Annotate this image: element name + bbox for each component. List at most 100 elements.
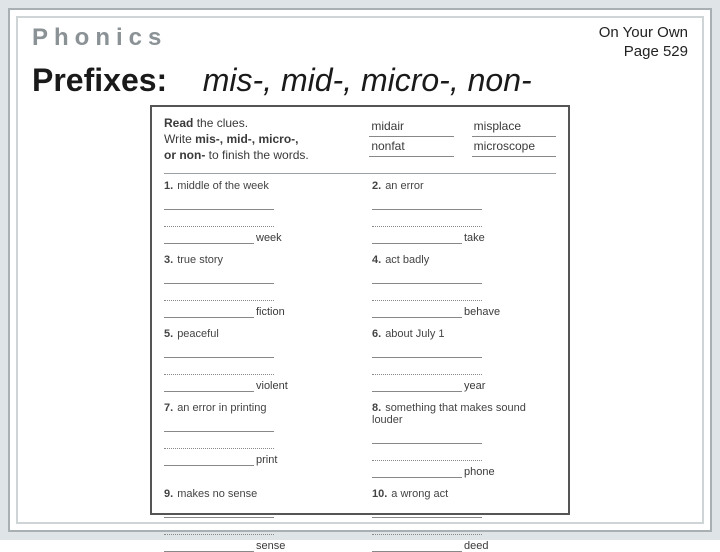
answer-line-top [372,344,556,358]
answer-line-bottom: print [164,452,348,466]
question-clue-text: something that makes sound louder [372,402,526,426]
question-number: 2. [372,180,381,192]
word-bank-item: midair [369,117,453,137]
question-clue: 7.an error in printing [164,402,348,414]
question-clue: 10. a wrong act [372,488,556,500]
answer-blank-dotted [372,534,482,535]
answer-line-mid [372,361,556,375]
question-clue-text: middle of the week [177,180,269,192]
question-number: 6. [372,328,381,340]
slide-title: Prefixes: mis-, mid-, micro-, non- [18,62,702,105]
answer-blank [164,243,254,244]
answer-blank-dotted [164,226,274,227]
answer-suffix: print [256,454,277,466]
word-bank-item: microscope [472,137,556,157]
question-number: 4. [372,254,381,266]
answer-blank [372,209,482,210]
answer-line-bottom: year [372,378,556,392]
answer-blank-dotted [164,374,274,375]
word-bank-item: misplace [472,117,556,137]
question-clue: 4. act badly [372,254,556,266]
word-bank-item: nonfat [369,137,453,157]
question-number: 1. [164,180,173,192]
question-9: 9.makes no sense sense [164,488,348,552]
answer-blank [164,209,274,210]
answer-line-bottom: phone [372,464,556,478]
question-clue-text: act badly [385,254,429,266]
question-number: 9. [164,488,173,500]
answer-line-bottom: fiction [164,304,348,318]
question-number: 3. [164,254,173,266]
question-number: 7. [164,402,173,414]
question-clue: 9.makes no sense [164,488,348,500]
answer-line-mid [164,287,348,301]
answer-line-bottom: week [164,230,348,244]
question-clue-text: peaceful [177,328,219,340]
question-grid: 1. middle of the week week 2. an error take 3.… [164,180,556,552]
answer-line-mid [164,213,348,227]
inner-border: Phonics On Your Own Page 529 Prefixes: m… [16,16,704,524]
answer-blank [372,317,462,318]
answer-blank [372,391,462,392]
answer-suffix: behave [464,306,500,318]
answer-suffix: violent [256,380,288,392]
page-reference: On Your Own Page 529 [599,24,688,62]
answer-suffix: take [464,232,485,244]
answer-blank [164,465,254,466]
outer-border: Phonics On Your Own Page 529 Prefixes: m… [8,8,712,532]
title-prefixes: mis-, mid-, micro-, non- [203,62,532,98]
answer-line-bottom: behave [372,304,556,318]
question-3: 3. true story fiction [164,254,348,318]
answer-line-mid [372,213,556,227]
answer-line-top [372,430,556,444]
question-number: 10. [372,488,387,500]
question-7: 7.an error in printing print [164,402,348,478]
instr-ornon: or non- [164,148,205,162]
answer-line-bottom: violent [164,378,348,392]
answer-line-top [164,344,348,358]
answer-line-top [164,504,348,518]
instr-finish: to finish the words. [209,148,309,162]
answer-line-mid [164,435,348,449]
question-clue-text: a wrong act [391,488,448,500]
top-bar: Phonics On Your Own Page 529 [18,18,702,62]
question-number: 8. [372,402,381,414]
answer-blank [164,317,254,318]
question-10: 10.a wrong actdeed [372,488,556,552]
question-number: 5. [164,328,173,340]
answer-line-bottom: sense [164,538,348,552]
question-clue-text: true story [177,254,223,266]
answer-line-mid [372,521,556,535]
answer-suffix: sense [256,540,285,552]
answer-blank [164,283,274,284]
instr-prefixes: mis-, mid-, micro-, [195,132,298,146]
word-bank: midair misplace nonfat microscope [369,115,556,164]
answer-blank [372,283,482,284]
question-4: 4. act badly behave [372,254,556,318]
answer-suffix: fiction [256,306,285,318]
instr-read-rest: the clues. [197,116,248,130]
answer-line-top [372,196,556,210]
answer-blank-dotted [164,448,274,449]
answer-line-top [164,418,348,432]
slide-frame: Phonics On Your Own Page 529 Prefixes: m… [0,0,720,540]
instr-write: Write [164,132,192,146]
corner-line-1: On Your Own [599,24,688,43]
answer-line-mid [164,361,348,375]
answer-blank-dotted [372,300,482,301]
answer-blank [372,243,462,244]
question-5: 5. peaceful violent [164,328,348,392]
question-clue-text: about July 1 [385,328,444,340]
answer-suffix: year [464,380,485,392]
answer-suffix: week [256,232,282,244]
brand-label: Phonics [32,24,167,52]
worksheet: Read the clues. Write mis-, mid-, micro-… [150,105,570,515]
answer-blank [164,391,254,392]
instructions: Read the clues. Write mis-, mid-, micro-… [164,115,369,164]
answer-blank-dotted [372,226,482,227]
question-clue: 5. peaceful [164,328,348,340]
worksheet-header: Read the clues. Write mis-, mid-, micro-… [164,115,556,164]
question-8: 8.something that makes sound louder phone [372,402,556,478]
question-clue-text: an error [385,180,424,192]
answer-suffix: phone [464,466,495,478]
